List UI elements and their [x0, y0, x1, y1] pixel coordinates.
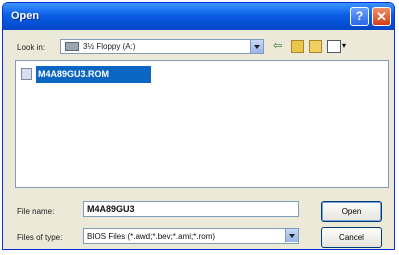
- open-dialog: Open ? ✕ Look in: 3½ Floppy (A:) ⇦ ▾ M4A…: [2, 2, 395, 250]
- file-name-value: M4A89GU3: [87, 204, 135, 214]
- file-name-input[interactable]: M4A89GU3: [83, 201, 299, 217]
- title-bar: Open ? ✕: [3, 3, 394, 30]
- look-in-value: 3½ Floppy (A:): [83, 42, 136, 51]
- floppy-drive-icon: [65, 42, 79, 51]
- open-button[interactable]: Open: [321, 201, 382, 222]
- file-name-label: File name:: [17, 207, 55, 216]
- views-menu-icon[interactable]: [327, 40, 341, 53]
- help-button[interactable]: ?: [350, 7, 369, 26]
- file-type-dropdown[interactable]: BIOS Files (*.awd;*.bev;*.ami;*.rom): [83, 228, 299, 244]
- cancel-button[interactable]: Cancel: [321, 227, 382, 248]
- new-folder-icon[interactable]: [309, 40, 322, 53]
- file-type-value: BIOS Files (*.awd;*.bev;*.ami;*.rom): [87, 232, 216, 241]
- chevron-down-icon[interactable]: [250, 40, 263, 53]
- list-item[interactable]: M4A89GU3.ROM: [21, 66, 151, 83]
- file-icon: [21, 68, 32, 80]
- back-arrow-icon[interactable]: ⇦: [273, 40, 285, 53]
- file-list[interactable]: M4A89GU3.ROM: [15, 60, 389, 188]
- views-dropdown-arrow[interactable]: ▾: [342, 40, 348, 53]
- file-name[interactable]: M4A89GU3.ROM: [36, 66, 151, 83]
- close-button[interactable]: ✕: [372, 7, 391, 26]
- look-in-label: Look in:: [17, 43, 46, 52]
- up-folder-icon[interactable]: [291, 40, 304, 53]
- look-in-dropdown[interactable]: 3½ Floppy (A:): [60, 39, 264, 54]
- chevron-down-icon[interactable]: [285, 229, 298, 242]
- file-type-label: Files of type:: [17, 233, 63, 242]
- dialog-title: Open: [11, 10, 40, 22]
